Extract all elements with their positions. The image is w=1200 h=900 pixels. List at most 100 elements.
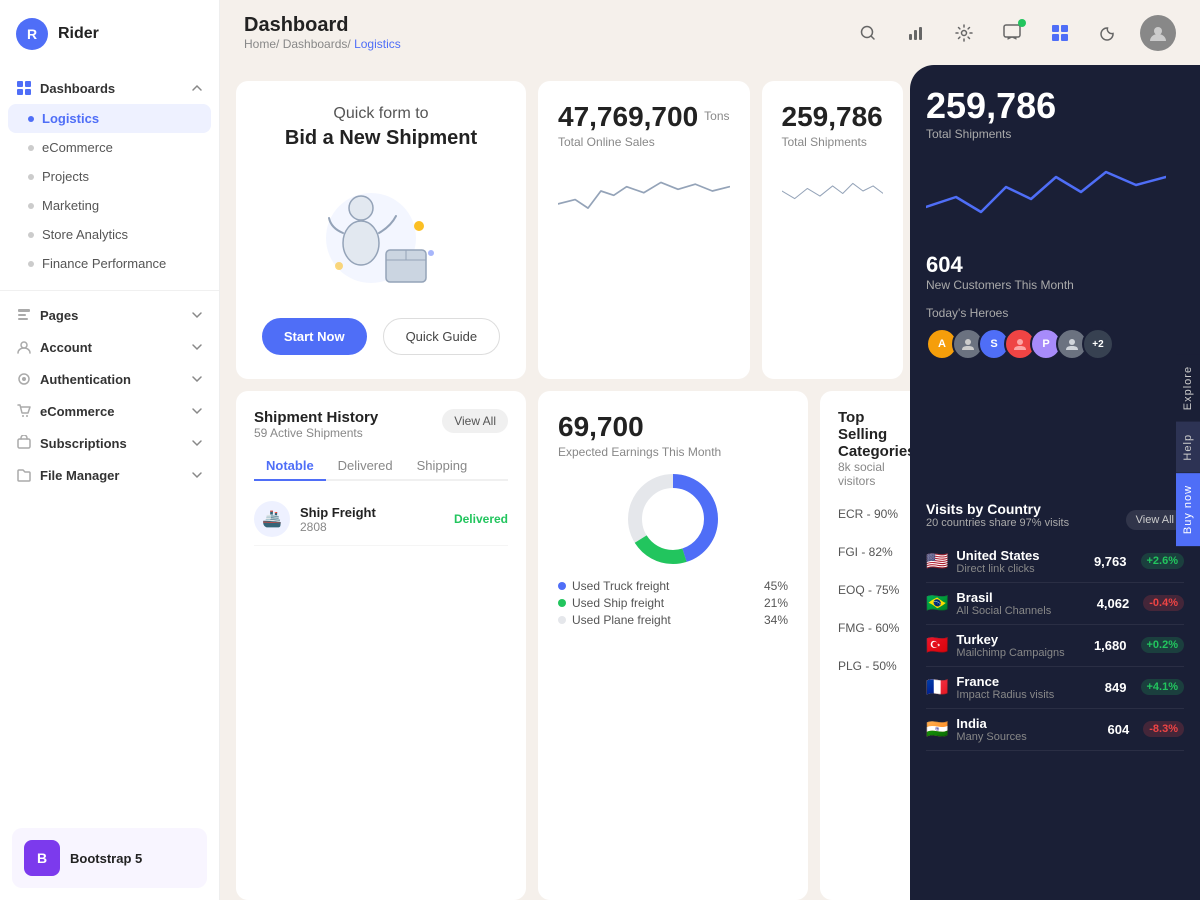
top-cards-row: Quick form to Bid a New Shipment xyxy=(236,81,894,379)
sidebar-item-projects[interactable]: Projects xyxy=(0,162,219,191)
total-shipments-dark-label: Total Shipments xyxy=(926,127,1184,141)
file-manager-label: File Manager xyxy=(40,468,119,483)
sidebar-item-ecommerce[interactable]: eCommerce xyxy=(0,133,219,162)
freight-donut-card: 69,700 Expected Earnings This Month xyxy=(538,391,808,900)
dark-mode-button[interactable] xyxy=(1092,17,1124,49)
br-change: -0.4% xyxy=(1143,595,1184,611)
pages-label: Pages xyxy=(40,308,78,323)
visits-by-country-card: Visits by Country 20 countries share 97%… xyxy=(910,487,1200,900)
heroes-section: Today's Heroes A S xyxy=(926,306,1184,360)
plane-label: Used Plane freight xyxy=(572,613,671,627)
sidebar-item-label: Finance Performance xyxy=(42,256,166,271)
header-right xyxy=(852,15,1176,51)
bar-plg: PLG - 50% 7,000 xyxy=(838,652,910,680)
in-change: -8.3% xyxy=(1143,721,1184,737)
shipment-view-all-button[interactable]: View All xyxy=(442,409,508,433)
categories-subtitle: 8k social visitors xyxy=(838,460,910,488)
tr-count: 1,680 xyxy=(1094,638,1127,653)
right-dark-panel: 259,786 Total Shipments 604 New Customer… xyxy=(910,65,1200,900)
sidebar-item-logistics[interactable]: Logistics xyxy=(8,104,211,133)
stat1-label: Total Online Sales xyxy=(558,135,730,149)
in-name: India xyxy=(956,716,1099,731)
user-avatar[interactable] xyxy=(1140,15,1176,51)
right-panel-stats: 259,786 Total Shipments 604 New Customer… xyxy=(910,65,1200,487)
sparkline-1 xyxy=(558,161,730,221)
stat2-number: 259,786 xyxy=(782,101,883,133)
tab-notable[interactable]: Notable xyxy=(254,452,326,481)
bootstrap-promo[interactable]: B Bootstrap 5 xyxy=(12,828,207,888)
moon-icon xyxy=(1099,24,1117,42)
grid-button[interactable] xyxy=(1044,17,1076,49)
avatar-2-icon xyxy=(960,336,976,352)
bar-plg-label: PLG - 50% xyxy=(838,659,908,673)
plane-value: 34% xyxy=(764,613,788,627)
help-button[interactable]: Help xyxy=(1176,422,1200,473)
stat1-unit: Tons xyxy=(704,109,729,123)
header: Dashboard Home/ Dashboards/ Logistics xyxy=(220,0,1200,65)
account-group[interactable]: Account xyxy=(0,331,219,363)
authentication-group[interactable]: Authentication xyxy=(0,363,219,395)
in-source: Many Sources xyxy=(956,731,1099,743)
dashboards-section: Dashboards Logistics eCommerce Projects … xyxy=(0,68,219,282)
sidebar-item-label: Marketing xyxy=(42,198,99,213)
chart-button[interactable] xyxy=(900,17,932,49)
sidebar: R Rider Dashboards Logistics e xyxy=(0,0,220,900)
plane-dot xyxy=(558,616,566,624)
fr-info: France Impact Radius visits xyxy=(956,674,1096,701)
sidebar-item-marketing[interactable]: Marketing xyxy=(0,191,219,220)
settings-button[interactable] xyxy=(948,17,980,49)
shipment-history-subtitle: 59 Active Shipments xyxy=(254,426,378,440)
visits-subtitle: 20 countries share 97% visits xyxy=(926,517,1069,529)
notifications-button[interactable] xyxy=(996,17,1028,49)
file-manager-group[interactable]: File Manager xyxy=(0,459,219,491)
fr-flag: 🇫🇷 xyxy=(926,677,948,698)
bar-fmg: FMG - 60% 8,000 xyxy=(838,614,910,642)
subscriptions-group[interactable]: Subscriptions xyxy=(0,427,219,459)
shipment-item-icon: 🚢 xyxy=(254,501,290,537)
start-now-button[interactable]: Start Now xyxy=(262,318,367,355)
shipment-item-status: Delivered xyxy=(454,512,508,526)
pages-group[interactable]: Pages xyxy=(0,299,219,331)
bottom-cards-row: Shipment History 59 Active Shipments Vie… xyxy=(236,391,894,900)
dot xyxy=(28,174,34,180)
breadcrumb-dashboards: Dashboards/ xyxy=(283,37,354,51)
sidebar-item-finance-performance[interactable]: Finance Performance xyxy=(0,249,219,278)
chat-icon xyxy=(1003,24,1021,42)
search-button[interactable] xyxy=(852,17,884,49)
logo-icon: R xyxy=(16,18,48,50)
file-manager-icon xyxy=(16,467,32,483)
ship-label: Used Ship freight xyxy=(572,596,664,610)
buy-now-button[interactable]: Buy now xyxy=(1176,473,1200,546)
breadcrumb-current: Logistics xyxy=(354,37,401,51)
chevron-down-icon xyxy=(191,469,203,481)
us-flag: 🇺🇸 xyxy=(926,551,948,572)
truck-dot xyxy=(558,582,566,590)
explore-button[interactable]: Explore xyxy=(1176,354,1200,422)
dashboards-group[interactable]: Dashboards xyxy=(0,72,219,104)
ship-dot xyxy=(558,599,566,607)
tab-shipping[interactable]: Shipping xyxy=(405,452,480,481)
sidebar-item-store-analytics[interactable]: Store Analytics xyxy=(0,220,219,249)
hero-title: Bid a New Shipment xyxy=(285,127,477,150)
categories-card: Top Selling Categories 8k social visitor… xyxy=(820,391,910,900)
tr-flag: 🇹🇷 xyxy=(926,635,948,656)
br-count: 4,062 xyxy=(1097,596,1130,611)
in-info: India Many Sources xyxy=(956,716,1099,743)
legend-plane: Used Plane freight 34% xyxy=(558,613,788,627)
header-left: Dashboard Home/ Dashboards/ Logistics xyxy=(244,14,401,51)
truck-value: 45% xyxy=(764,579,788,593)
fr-source: Impact Radius visits xyxy=(956,689,1096,701)
dot xyxy=(28,261,34,267)
br-flag: 🇧🇷 xyxy=(926,593,948,614)
tab-delivered[interactable]: Delivered xyxy=(326,452,405,481)
hero-subtitle: Quick form to xyxy=(333,105,428,123)
country-list: 🇺🇸 United States Direct link clicks 9,76… xyxy=(926,541,1184,751)
main-content: Dashboard Home/ Dashboards/ Logistics xyxy=(220,0,1200,900)
ecommerce-nav-label: eCommerce xyxy=(40,404,114,419)
chevron-down-icon xyxy=(191,309,203,321)
account-icon xyxy=(16,339,32,355)
ecommerce-group[interactable]: eCommerce xyxy=(0,395,219,427)
donut-legend: Used Truck freight 45% Used Ship freight… xyxy=(558,579,788,627)
quick-guide-button[interactable]: Quick Guide xyxy=(383,318,501,355)
shipment-item-details: Ship Freight 2808 xyxy=(300,505,376,534)
